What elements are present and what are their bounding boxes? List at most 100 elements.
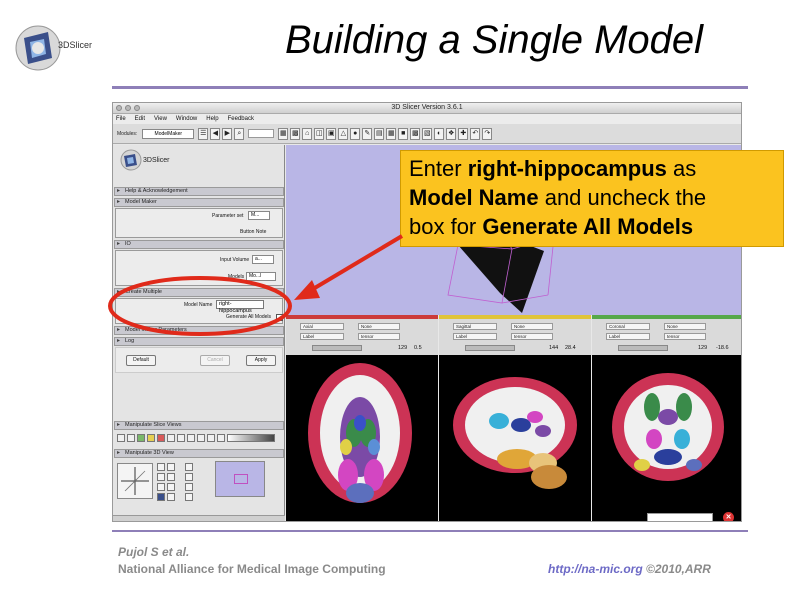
io-section-header[interactable]: IO	[114, 240, 284, 249]
red-slice-view[interactable]: Axial None Label tensor 129 0.5	[286, 315, 438, 521]
slice-label-icon[interactable]	[197, 434, 205, 442]
red-foreground-select[interactable]: None	[358, 323, 400, 330]
red-slice-slider[interactable]	[312, 345, 362, 351]
layout-3d-icon[interactable]: ■	[398, 127, 409, 140]
view-superior-icon[interactable]	[157, 483, 165, 491]
data-icon[interactable]: ◫	[314, 127, 325, 140]
error-log-icon[interactable]: ✕	[723, 512, 734, 521]
yellow-slice-view[interactable]: Sagittal None Label tensor 144 28.4	[439, 315, 591, 521]
forward-arrow-icon[interactable]: ▶	[222, 127, 233, 140]
window-level-icon[interactable]: ◐	[434, 127, 445, 140]
green-slice-icon[interactable]	[137, 434, 145, 442]
transform-icon[interactable]: ❖	[446, 127, 457, 140]
menu-window[interactable]: Window	[176, 116, 197, 122]
green-slice-slider[interactable]	[618, 345, 668, 351]
yellow-label-select[interactable]: Label	[453, 333, 497, 340]
redo-icon[interactable]: ↷	[482, 127, 493, 140]
menu-file[interactable]: File	[116, 116, 126, 122]
manipulate-3d-view-header[interactable]: Manipulate 3D View	[114, 449, 284, 458]
menu-view[interactable]: View	[154, 116, 167, 122]
yellow-foreground-select[interactable]: None	[511, 323, 553, 330]
zoom-in-icon[interactable]	[185, 463, 193, 471]
layout-tabbed-icon[interactable]: ▧	[422, 127, 433, 140]
model-name-input[interactable]: right-hippocampus	[216, 300, 264, 314]
panel-scrollbar[interactable]	[113, 515, 285, 521]
axes-navigation-icon[interactable]	[117, 463, 153, 499]
red-label-select[interactable]: Label	[300, 333, 344, 340]
volumes-icon[interactable]: ▣	[326, 127, 337, 140]
menu-edit[interactable]: Edit	[135, 116, 145, 122]
slice-opacity-slider[interactable]	[227, 434, 275, 442]
default-button[interactable]: Default	[126, 355, 156, 366]
red-background-select[interactable]: tensor	[358, 333, 400, 340]
green-orientation-select[interactable]: Coronal	[606, 323, 650, 330]
yellow-slice-icon[interactable]	[147, 434, 155, 442]
input-volume-select[interactable]: a...	[252, 255, 274, 264]
log-section-header[interactable]: Log	[114, 337, 284, 346]
cancel-button[interactable]: Cancel	[200, 355, 230, 366]
view-left-icon[interactable]	[157, 463, 165, 471]
callout-line-1: Enter right-hippocampus as	[409, 154, 775, 183]
back-arrow-icon[interactable]: ◀	[210, 127, 221, 140]
layout-fourup-icon[interactable]: ▦	[386, 127, 397, 140]
green-foreground-select[interactable]: None	[664, 323, 706, 330]
model-maker-section-header[interactable]: Model Maker	[114, 198, 284, 207]
callout-text-3a: box for	[409, 214, 483, 239]
undo-icon[interactable]: ↶	[470, 127, 481, 140]
zoom-out-icon[interactable]	[185, 473, 193, 481]
yellow-slice-slider[interactable]	[465, 345, 515, 351]
module-selector[interactable]: ModelMaker	[142, 128, 195, 139]
layout-conventional-icon[interactable]: ▤	[374, 127, 385, 140]
panel-logo-text: 3DSlicer	[143, 157, 170, 164]
manipulate-slice-views-header[interactable]: Manipulate Slice Views	[114, 421, 284, 430]
red-orientation-select[interactable]: Axial	[300, 323, 344, 330]
module-search-icon[interactable]: ⌕	[234, 127, 245, 140]
parameter-set-select[interactable]: M...	[248, 211, 270, 220]
parameters-section-header[interactable]: Model Maker Parameters	[114, 326, 284, 335]
footer-url[interactable]: http://na-mic.org	[548, 562, 643, 576]
slice-fov-icon[interactable]	[167, 434, 175, 442]
green-slice-view[interactable]: Coronal None Label tensor 129 -18.6	[592, 315, 741, 521]
red-slice-offset[interactable]: 0.5	[414, 345, 422, 351]
pick-icon[interactable]: ✚	[458, 127, 469, 140]
module-list-icon[interactable]: ☰	[198, 127, 209, 140]
slice-grid-icon[interactable]	[207, 434, 215, 442]
apply-button[interactable]: Apply	[246, 355, 276, 366]
green-background-select[interactable]: tensor	[664, 333, 706, 340]
help-section-header[interactable]: Help & Acknowledgement	[114, 187, 284, 196]
rotate-icon[interactable]	[185, 483, 193, 491]
yellow-background-select[interactable]: tensor	[511, 333, 553, 340]
slice-fit-icon[interactable]	[117, 434, 125, 442]
home-icon[interactable]: ⌂	[302, 127, 313, 140]
menu-help[interactable]: Help	[206, 116, 218, 122]
layout-slice-icon[interactable]: ▩	[410, 127, 421, 140]
view-stereo-icon[interactable]	[157, 493, 165, 501]
3d-view-thumbnail[interactable]	[215, 461, 265, 497]
view-anterior-icon[interactable]	[157, 473, 165, 481]
editor-icon[interactable]: ✎	[362, 127, 373, 140]
module-search-input[interactable]	[248, 129, 275, 138]
slice-spacing-icon[interactable]	[187, 434, 195, 442]
view-inferior-icon[interactable]	[167, 483, 175, 491]
menu-feedback[interactable]: Feedback	[228, 116, 254, 122]
fiducials-icon[interactable]: ●	[350, 127, 361, 140]
create-multiple-section-header[interactable]: Create Multiple	[114, 288, 284, 297]
io-box: Input Volume a... Models Mo...l	[115, 250, 283, 286]
yellow-orientation-select[interactable]: Sagittal	[453, 323, 497, 330]
green-slice-offset[interactable]: -18.6	[716, 345, 729, 351]
view-right-icon[interactable]	[167, 463, 175, 471]
models-icon[interactable]: △	[338, 127, 349, 140]
spin-icon[interactable]	[185, 493, 193, 501]
view-posterior-icon[interactable]	[167, 473, 175, 481]
view-snapshot-icon[interactable]	[167, 493, 175, 501]
yellow-slice-offset[interactable]: 28.4	[565, 345, 576, 351]
models-select[interactable]: Mo...l	[246, 272, 276, 281]
green-label-select[interactable]: Label	[606, 333, 650, 340]
red-slice-icon[interactable]	[157, 434, 165, 442]
generate-all-checkbox[interactable]	[276, 314, 283, 321]
slice-crosshair-icon[interactable]	[217, 434, 225, 442]
slice-link-icon[interactable]	[127, 434, 135, 442]
save-icon[interactable]: ▩	[290, 127, 301, 140]
load-data-icon[interactable]: ▦	[278, 127, 289, 140]
slice-zoom-icon[interactable]	[177, 434, 185, 442]
